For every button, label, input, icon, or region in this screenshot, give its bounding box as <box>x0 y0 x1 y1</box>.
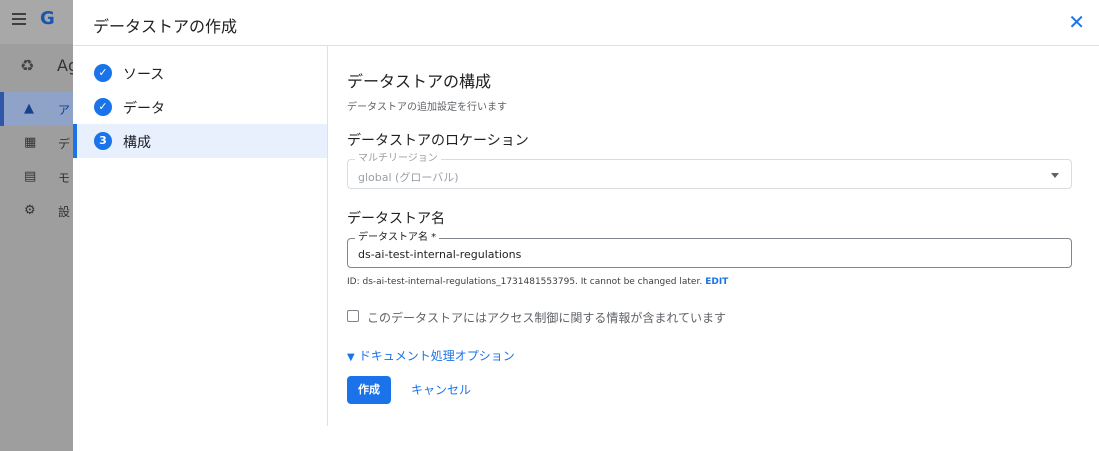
monitor-icon: ▤ <box>24 169 37 184</box>
datastore-name-field-label: データストア名 * <box>355 232 440 244</box>
background-product: ♻ Ag <box>0 46 73 86</box>
bg-nav-label: 設 <box>58 205 71 219</box>
check-circle-icon: ✓ <box>94 98 112 116</box>
location-title: データストアのロケーション <box>347 133 529 149</box>
doc-processing-label: ドキュメント処理オプション <box>358 349 515 363</box>
screen: G ♻ Ag ▲ ア ▦ デ ▤ モ ⚙ 設 <box>0 0 1099 451</box>
section-subheading: データストアの追加設定を行います <box>347 102 507 113</box>
dialog-header: データストアの作成 ✕ <box>73 0 1099 46</box>
access-control-checkbox[interactable] <box>347 310 359 322</box>
datastore-id-line: ID: ds-ai-test-internal-regulations_1731… <box>347 277 728 287</box>
location-value: global (グローバル) <box>358 171 459 184</box>
check-circle-icon: ✓ <box>94 64 112 82</box>
doc-processing-expander[interactable]: ▼ ドキュメント処理オプション <box>347 347 515 364</box>
create-button[interactable]: 作成 <box>347 376 391 404</box>
step-source[interactable]: ✓ ソース <box>73 56 327 90</box>
datastore-name-title: データストア名 <box>347 211 445 227</box>
location-field-label: マルチリージョン <box>355 153 441 165</box>
gear-icon: ⚙ <box>24 203 36 218</box>
location-select: マルチリージョン global (グローバル) <box>347 153 1072 189</box>
step-data[interactable]: ✓ データ <box>73 90 327 124</box>
stepper-divider <box>327 46 328 426</box>
edit-id-link[interactable]: EDIT <box>705 277 728 287</box>
create-datastore-dialog: データストアの作成 ✕ ✓ ソース ✓ データ 3 構成 データストアの構成 デ… <box>73 0 1099 451</box>
google-logo: G <box>40 8 55 29</box>
bg-nav-item-settings: ⚙ 設 <box>0 194 73 228</box>
datastore-name-value[interactable]: ds-ai-test-internal-regulations <box>358 248 521 261</box>
stepper: ✓ ソース ✓ データ 3 構成 <box>73 56 327 158</box>
dropdown-arrow-icon <box>1051 173 1059 178</box>
hamburger-menu-icon <box>12 13 26 25</box>
bg-nav-label: ア <box>58 103 71 117</box>
bg-nav-item-monitor: ▤ モ <box>0 160 73 194</box>
step-number-badge: 3 <box>94 132 112 150</box>
apps-hub-icon: ▲ <box>24 101 34 116</box>
close-icon[interactable]: ✕ <box>1068 12 1085 32</box>
section-heading: データストアの構成 <box>347 72 492 91</box>
bg-nav-item-apps: ▲ ア <box>0 92 73 126</box>
background-nav: ▲ ア ▦ デ ▤ モ ⚙ 設 <box>0 92 73 228</box>
product-name: Ag <box>57 56 73 75</box>
table-icon: ▦ <box>24 135 37 150</box>
bg-nav-label: デ <box>58 137 71 151</box>
step-label: ソース <box>123 67 165 83</box>
step-config[interactable]: 3 構成 <box>73 124 327 158</box>
dialog-title: データストアの作成 <box>93 17 238 36</box>
access-control-label[interactable]: このデータストアにはアクセス制御に関する情報が含まれています <box>367 309 726 326</box>
step-label: 構成 <box>123 135 151 151</box>
bg-nav-item-data: ▦ デ <box>0 126 73 160</box>
background-topbar: G <box>0 0 73 44</box>
background-app: G ♻ Ag ▲ ア ▦ デ ▤ モ ⚙ 設 <box>0 0 73 451</box>
datastore-name-input[interactable]: データストア名 * ds-ai-test-internal-regulation… <box>347 232 1072 268</box>
config-panel: データストアの構成 データストアの追加設定を行います データストアのロケーション… <box>347 68 1072 404</box>
product-icon: ♻ <box>20 56 35 75</box>
cancel-button[interactable]: キャンセル <box>411 376 471 404</box>
step-label: データ <box>123 101 165 117</box>
bg-nav-label: モ <box>58 171 71 185</box>
access-control-row[interactable]: このデータストアにはアクセス制御に関する情報が含まれています <box>347 308 747 326</box>
datastore-id-text: ID: ds-ai-test-internal-regulations_1731… <box>347 277 703 287</box>
chevron-down-icon: ▼ <box>347 352 355 363</box>
